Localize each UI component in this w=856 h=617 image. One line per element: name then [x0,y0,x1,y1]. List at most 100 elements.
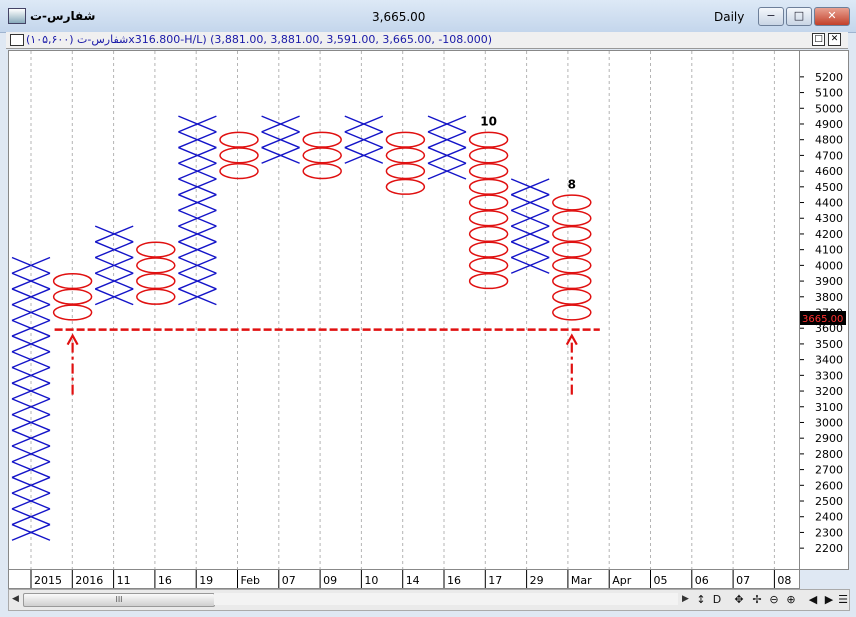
y-tick-label: 4800 [815,134,843,147]
y-tick-label: 4200 [815,228,843,241]
scale-toggle-icon[interactable]: ↕ [693,592,709,607]
prev-bar-icon[interactable]: ◀ [805,592,821,607]
y-tick-label: 4300 [815,212,843,225]
y-tick-label: 4600 [815,165,843,178]
y-tick-label: 2800 [815,448,843,461]
horizontal-scrollbar[interactable]: ◀ III ▶ ↕ D ✥ ✢ ⊖ ⊕ ◀ ▶ ☰ [8,589,850,611]
price-axis-svg: 2200 2300 2400 2500 2600 2700 2800 2900 3000 3100… [800,71,846,555]
o-box [468,257,509,274]
y-tick-label: 3500 [815,338,843,351]
minimize-button[interactable]: − [758,7,784,26]
o-box [468,272,509,290]
y-tick-label: 3300 [815,369,843,382]
o-box [385,147,426,164]
y-tick-label: 2700 [815,464,843,477]
app-icon[interactable] [8,8,26,24]
y-tick-label: 2900 [815,432,843,445]
y-tick-label: 4700 [815,149,843,162]
o-box [136,257,176,274]
window-titlebar: شفارس-ت 3,665.00 Daily − □ ✕ [0,0,856,33]
scroll-left-arrow-icon[interactable]: ◀ [9,592,22,606]
menu-icon[interactable]: ☰ [835,592,851,607]
period-d-button[interactable]: D [709,592,725,607]
y-tick-label: 3000 [815,416,843,429]
scroll-right-arrow-icon[interactable]: ▶ [679,592,692,606]
o-box [468,210,509,227]
column-count-label: 10 [480,115,497,129]
y-tick-label: 4000 [815,259,843,272]
zoom-out-icon[interactable]: ⊖ [766,592,782,607]
chart-restore-button[interactable]: □ [812,33,825,46]
o-box [136,288,176,305]
x-tick-label: 16 [447,574,461,587]
scroll-thumb[interactable]: III [23,593,215,607]
x-tick-label: Mar [571,574,592,587]
y-tick-label: 2600 [815,479,843,492]
o-box [468,241,509,258]
x-tick-label: 29 [530,574,544,587]
y-tick-label: 3400 [815,354,843,367]
y-tick-label: 3800 [815,291,843,304]
pan-icon[interactable]: ✢ [749,592,765,607]
y-tick-label: 3200 [815,385,843,398]
o-box [552,210,592,227]
date-axis-svg: 2015 2016 11 16 19 Feb 07 09 10 14 16 17 29 Mar Apr 05 0… [30,570,791,588]
move-icon[interactable]: ✥ [731,592,747,607]
o-box [302,163,342,180]
o-box [468,225,509,243]
y-tick-label: 3100 [815,401,843,414]
o-box [468,163,509,180]
x-tick-label: 07 [736,574,750,587]
x-tick-label: 19 [199,574,213,587]
o-box [552,304,592,321]
maximize-button[interactable]: □ [786,7,812,26]
x-tick-label: 17 [488,574,502,587]
chart-type-icon[interactable] [10,34,24,46]
o-box [552,225,592,243]
pnf-chart: 10 8 [11,51,775,569]
o-box [552,272,592,290]
x-tick-label: 2016 [75,574,103,587]
date-axis[interactable]: 2015 2016 11 16 19 Feb 07 09 10 14 16 17 29 Mar Apr 05 0… [8,569,800,589]
last-price-badge-label: 3665.00 [802,314,843,325]
plot-area[interactable]: 10 8 [8,50,800,570]
chart-info-text: شفارس-ت (۱۰۵,۶۰۰)x316.800-H/L) (3,881.00… [26,33,493,46]
o-box [219,147,259,164]
x-tick-label: 14 [406,574,420,587]
o-box [468,131,509,148]
o-box [302,147,342,164]
chart-close-button[interactable]: ✕ [828,33,841,46]
last-price-readout: 3,665.00 [372,10,426,24]
price-axis[interactable]: 2200 2300 2400 2500 2600 2700 2800 2900 3000 3100… [799,50,849,570]
x-tick-label: Apr [612,574,632,587]
o-box [552,288,592,305]
y-tick-label: 5000 [815,102,843,115]
o-box [219,131,259,148]
o-box [552,241,592,258]
x-tick-label: 05 [654,574,668,587]
x-tick-label: 09 [323,574,337,587]
x-tick-label: 07 [282,574,296,587]
o-box [468,147,509,164]
period-label: Daily [714,10,745,24]
x-tick-label: 2015 [34,574,62,587]
o-box [302,131,342,148]
o-box [385,163,426,180]
y-tick-label: 5200 [815,71,843,84]
y-tick-label: 3900 [815,275,843,288]
column-count-label: 8 [568,178,576,192]
o-box [219,163,259,180]
o-box [552,194,592,211]
close-button[interactable]: ✕ [814,7,850,26]
y-tick-label: 2300 [815,526,843,539]
y-tick-label: 4900 [815,118,843,131]
o-box [136,241,176,258]
y-tick-label: 2500 [815,495,843,508]
x-tick-label: 10 [364,574,378,587]
window-title: شفارس-ت [30,9,96,23]
zoom-in-icon[interactable]: ⊕ [783,592,799,607]
scroll-track[interactable] [214,593,678,605]
o-box [468,178,509,195]
x-tick-label: 11 [117,574,131,587]
chart-info-bar: شفارس-ت (۱۰۵,۶۰۰)x316.800-H/L) (3,881.00… [6,32,848,49]
